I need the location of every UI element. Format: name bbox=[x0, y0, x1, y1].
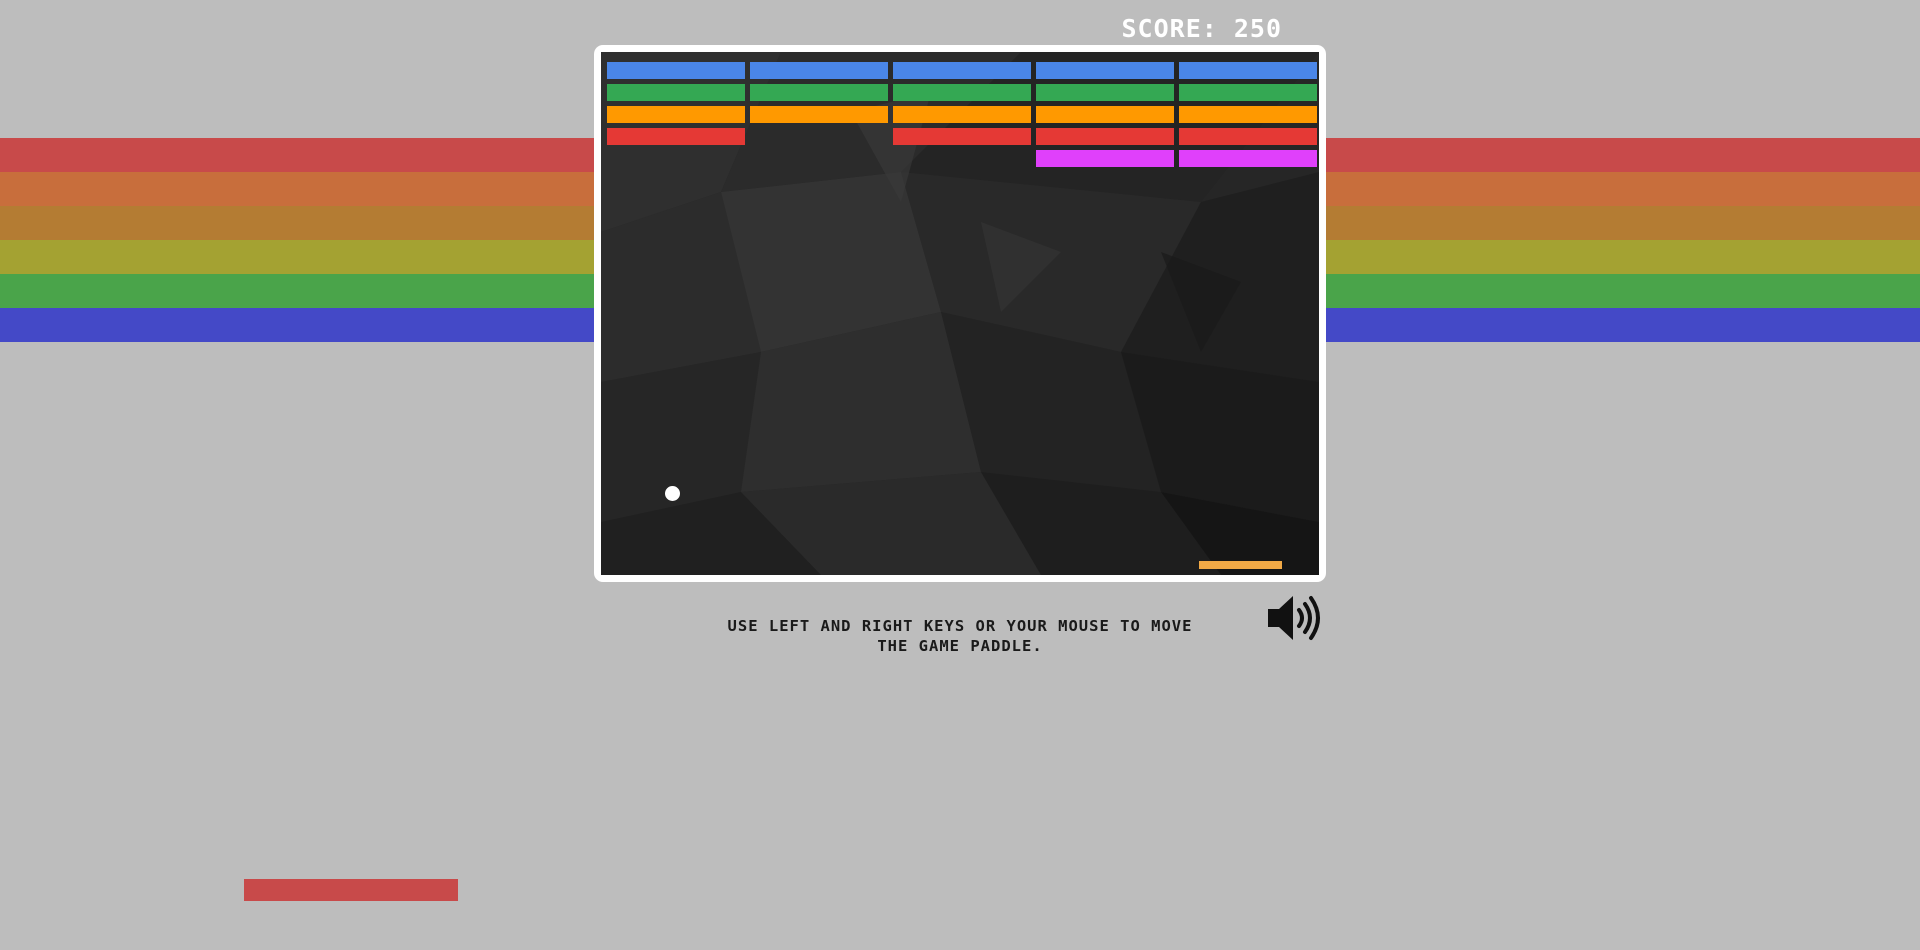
sound-toggle-button[interactable] bbox=[1265, 593, 1325, 643]
game-frame bbox=[594, 45, 1326, 582]
brick-orange bbox=[1036, 106, 1174, 123]
brick-green bbox=[1036, 84, 1174, 101]
brick-green bbox=[1179, 84, 1317, 101]
brick-green bbox=[607, 84, 745, 101]
ball bbox=[665, 486, 680, 501]
brick-magenta bbox=[1179, 150, 1317, 167]
brick-blue bbox=[750, 62, 888, 79]
brick-blue bbox=[1179, 62, 1317, 79]
speaker-volume-icon bbox=[1268, 596, 1320, 640]
brick-blue bbox=[607, 62, 745, 79]
brick-green bbox=[893, 84, 1031, 101]
brick-magenta bbox=[1036, 150, 1174, 167]
instructions-line-2: THE GAME PADDLE. bbox=[877, 637, 1043, 655]
brick-red bbox=[607, 128, 745, 145]
brick-red bbox=[893, 128, 1031, 145]
brick-orange bbox=[607, 106, 745, 123]
paddle[interactable] bbox=[1199, 561, 1282, 569]
instructions-text: USE LEFT AND RIGHT KEYS OR YOUR MOUSE TO… bbox=[680, 616, 1240, 656]
instructions-line-1: USE LEFT AND RIGHT KEYS OR YOUR MOUSE TO… bbox=[727, 617, 1193, 635]
brick-orange bbox=[1179, 106, 1317, 123]
brick-red bbox=[1036, 128, 1174, 145]
brick-blue bbox=[1036, 62, 1174, 79]
brick-orange bbox=[893, 106, 1031, 123]
brick-green bbox=[750, 84, 888, 101]
game-page: SCORE: 250 USE LEFT AND RIGHT KEYS OR YO… bbox=[0, 0, 1920, 950]
brick-red bbox=[1179, 128, 1317, 145]
score-display: SCORE: 250 bbox=[1121, 14, 1282, 43]
brick-blue bbox=[893, 62, 1031, 79]
bottom-bar bbox=[244, 879, 458, 901]
brick-orange bbox=[750, 106, 888, 123]
game-canvas[interactable] bbox=[601, 52, 1319, 575]
